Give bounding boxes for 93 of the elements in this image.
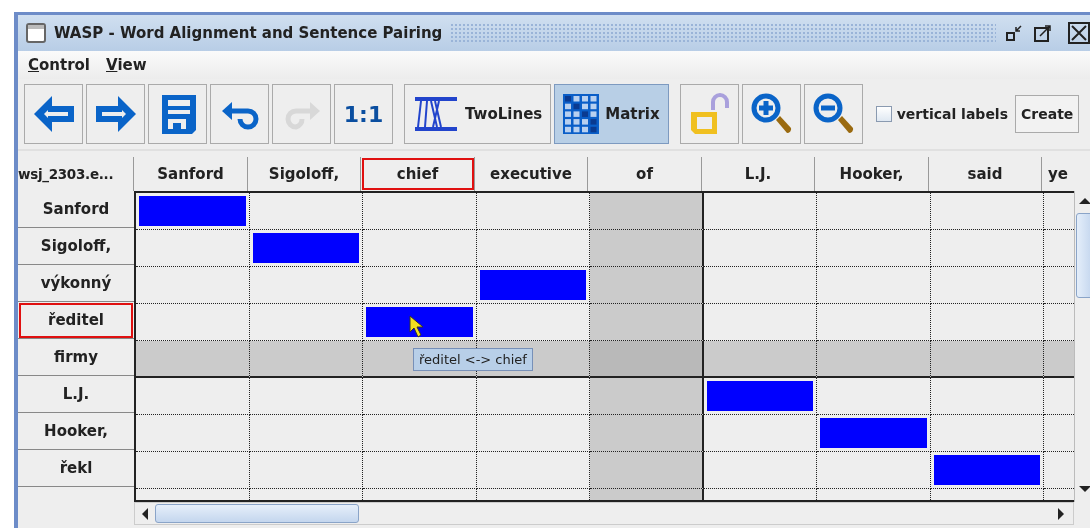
zoom-in-button[interactable]: [741, 84, 801, 144]
scroll-up-icon[interactable]: [1079, 197, 1090, 205]
matrix-cell[interactable]: [250, 415, 363, 452]
lock-button[interactable]: [679, 84, 739, 144]
matrix-cell[interactable]: [136, 230, 250, 267]
matrix-cell[interactable]: [704, 230, 817, 267]
matrix-cell[interactable]: [363, 267, 477, 304]
matrix-cell[interactable]: [250, 378, 363, 415]
matrix-cell[interactable]: [363, 452, 477, 489]
matrix-cell[interactable]: [704, 415, 817, 452]
matrix-cell[interactable]: [1044, 341, 1074, 378]
scroll-left-icon[interactable]: [141, 507, 149, 520]
scrollbar-thumb[interactable]: [1076, 213, 1090, 298]
matrix-cell[interactable]: [590, 378, 704, 415]
matrix-cell[interactable]: [931, 378, 1044, 415]
matrix-cell[interactable]: [250, 267, 363, 304]
matrix-cell[interactable]: [931, 267, 1044, 304]
matrix-cell[interactable]: [363, 193, 477, 230]
vertical-labels-checkbox[interactable]: vertical labels: [875, 106, 1008, 122]
matrix-cell[interactable]: [250, 193, 363, 230]
matrix-cell[interactable]: [590, 452, 704, 489]
row-header[interactable]: ředitel: [18, 302, 134, 339]
matrix-cell[interactable]: [704, 452, 817, 489]
matrix-cell[interactable]: [817, 378, 931, 415]
forward-button[interactable]: [86, 84, 145, 144]
ratio-button[interactable]: 1:1: [334, 84, 393, 144]
column-header[interactable]: of: [588, 157, 702, 191]
matrix-cell[interactable]: [136, 267, 250, 304]
matrix-cell[interactable]: [931, 193, 1044, 230]
matrix-cell[interactable]: [817, 230, 931, 267]
row-header[interactable]: firmy: [18, 339, 134, 376]
back-button[interactable]: [24, 84, 83, 144]
matrix-cell[interactable]: [136, 378, 250, 415]
column-header[interactable]: Hooker,: [815, 157, 929, 191]
matrix-cell[interactable]: [136, 415, 250, 452]
row-header[interactable]: Sanford: [18, 191, 134, 228]
maximize-icon[interactable]: [1032, 23, 1052, 43]
minimize-icon[interactable]: [1004, 23, 1024, 43]
view-button[interactable]: Matrix: [554, 84, 669, 144]
column-header[interactable]: executive: [475, 157, 588, 191]
matrix-cell[interactable]: [590, 230, 704, 267]
scrollbar-thumb[interactable]: [155, 504, 359, 523]
matrix-cell[interactable]: [590, 304, 704, 341]
undo-button[interactable]: [210, 84, 269, 144]
matrix-cell[interactable]: [931, 415, 1044, 452]
matrix-cell[interactable]: [931, 230, 1044, 267]
matrix-cell[interactable]: [931, 341, 1044, 378]
scroll-down-icon[interactable]: [1079, 485, 1090, 493]
row-header[interactable]: řekl: [18, 450, 134, 487]
view-button[interactable]: TwoLines: [404, 84, 552, 144]
matrix-cell[interactable]: [250, 341, 363, 378]
close-icon[interactable]: [1068, 22, 1090, 44]
document-name: wsj_2303.e...: [18, 157, 134, 191]
alignment-tooltip: ředitel <-> chief: [413, 348, 533, 371]
zoom-out-button[interactable]: [803, 84, 863, 144]
matrix-cell[interactable]: [704, 193, 817, 230]
matrix-cell[interactable]: [817, 267, 931, 304]
matrix-cell[interactable]: [136, 341, 250, 378]
matrix-cell[interactable]: [590, 267, 704, 304]
matrix-cell[interactable]: [363, 378, 477, 415]
matrix-cell[interactable]: [704, 267, 817, 304]
window-icon: [26, 23, 46, 43]
column-header[interactable]: chief: [361, 157, 475, 191]
matrix-cell[interactable]: [704, 341, 817, 378]
matrix-cell[interactable]: [363, 415, 477, 452]
column-header[interactable]: L.J.: [702, 157, 815, 191]
menu-item[interactable]: Control: [28, 56, 90, 74]
column-header[interactable]: said: [929, 157, 1042, 191]
grid-icon: [563, 94, 600, 134]
column-header[interactable]: Sigoloff,: [248, 157, 361, 191]
column-header[interactable]: ye: [1042, 157, 1074, 191]
parallel-lines-icon: [413, 94, 459, 134]
matrix-cell[interactable]: [590, 341, 704, 378]
matrix-cell[interactable]: [817, 452, 931, 489]
zoom-in-icon: [749, 92, 794, 136]
create-button[interactable]: Create: [1015, 95, 1080, 133]
window-title: WASP - Word Alignment and Sentence Pairing: [54, 24, 443, 42]
row-header[interactable]: Hooker,: [18, 413, 134, 450]
scroll-right-icon[interactable]: [1057, 507, 1065, 520]
matrix-cell[interactable]: [136, 452, 250, 489]
column-header[interactable]: Sanford: [134, 157, 248, 191]
save-button[interactable]: [148, 84, 207, 144]
matrix-cell[interactable]: [817, 193, 931, 230]
menu-item[interactable]: View: [106, 56, 147, 74]
matrix-cell[interactable]: [590, 415, 704, 452]
matrix-cell[interactable]: [363, 230, 477, 267]
matrix-cell[interactable]: [250, 452, 363, 489]
row-header[interactable]: Sigoloff,: [18, 228, 134, 265]
matrix-cell[interactable]: [590, 193, 704, 230]
row-header[interactable]: výkonný: [18, 265, 134, 302]
matrix-cell[interactable]: [817, 341, 931, 378]
zoom-out-icon: [811, 92, 856, 136]
row-header[interactable]: L.J.: [18, 376, 134, 413]
